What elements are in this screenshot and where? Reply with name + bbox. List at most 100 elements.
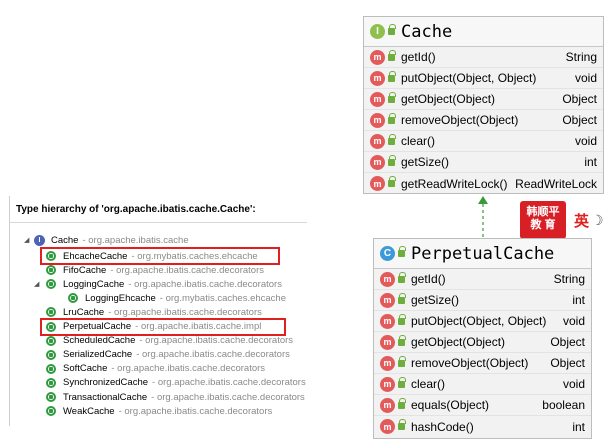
lock-icon <box>388 176 396 187</box>
method-icon: m <box>370 112 385 128</box>
method-row[interactable]: m getSize() int <box>364 152 603 173</box>
lock-icon <box>398 292 406 304</box>
tree-item-package: - org.apache.ibatis.cache.decorators <box>118 405 273 417</box>
method-icon: m <box>380 313 395 329</box>
method-return-type: Object <box>562 113 597 127</box>
tree-item[interactable]: LoggingEhcache - org.mybatis.caches.ehcac… <box>68 291 286 305</box>
lock-icon <box>388 154 396 166</box>
lock-icon <box>388 49 396 61</box>
tree-item[interactable]: SynchronizedCache - org.apache.ibatis.cac… <box>46 376 306 390</box>
method-row[interactable]: m clear() void <box>364 131 603 152</box>
tree-root[interactable]: ◢ I Cache - org.apache.ibatis.cache <box>24 233 189 247</box>
brand-logo: 韩顺平 教 育 英 ☽ <box>520 201 604 239</box>
method-row[interactable]: m removeObject(Object) Object <box>374 353 591 374</box>
method-icon: m <box>370 176 385 191</box>
method-row[interactable]: m hashCode() int <box>374 416 591 437</box>
method-name: clear() <box>401 134 436 148</box>
method-name: putObject(Object, Object) <box>401 71 537 85</box>
method-name: getObject(Object) <box>411 335 506 349</box>
lock-icon <box>388 133 396 145</box>
class-icon <box>46 265 56 276</box>
tree-item[interactable]: WeakCache - org.apache.ibatis.cache.decor… <box>46 404 272 418</box>
implements-arrow <box>478 196 488 240</box>
class-icon <box>46 349 56 360</box>
tree-item-name: SerializedCache <box>63 349 133 361</box>
method-return-type: Object <box>562 92 597 106</box>
interface-icon: I <box>34 234 45 246</box>
tree-item-package: - org.apache.ibatis.cache.decorators <box>111 363 266 375</box>
method-row[interactable]: m getId() String <box>364 47 603 68</box>
method-name: getObject(Object) <box>401 92 496 106</box>
method-name: getId() <box>401 50 436 64</box>
language-toggle[interactable]: 英 <box>574 210 589 231</box>
lock-icon <box>398 397 406 409</box>
method-name: putObject(Object, Object) <box>411 314 547 328</box>
method-return-type: int <box>572 293 585 307</box>
class-icon <box>46 335 56 346</box>
tree-item-name: FifoCache <box>63 264 107 276</box>
method-icon: m <box>380 334 395 350</box>
method-row[interactable]: m getId() String <box>374 269 591 290</box>
tree-item-package: - org.apache.ibatis.cache.decorators <box>152 377 306 389</box>
class-icon <box>46 279 56 290</box>
class-icon <box>46 377 56 388</box>
class-icon <box>46 307 56 318</box>
tree-item[interactable]: SoftCache - org.apache.ibatis.cache.decor… <box>46 362 265 376</box>
method-row[interactable]: m getObject(Object) Object <box>374 332 591 353</box>
method-icon: m <box>370 154 385 170</box>
method-name: getReadWriteLock() <box>401 176 508 191</box>
lock-icon <box>398 313 406 325</box>
class-icon <box>46 406 56 417</box>
lock-icon <box>388 70 396 82</box>
moon-icon[interactable]: ☽ <box>591 212 604 229</box>
lock-icon <box>388 91 396 103</box>
tree-item-package: - org.mybatis.caches.ehcache <box>159 292 286 304</box>
method-icon: m <box>380 292 395 308</box>
perpetualcache-title: PerpetualCache <box>411 243 555 264</box>
hierarchy-tree: ◢ I Cache - org.apache.ibatis.cache Ehca… <box>10 223 307 417</box>
method-return-type: String <box>565 50 597 64</box>
tree-item[interactable]: FifoCache - org.apache.ibatis.cache.decor… <box>46 263 264 277</box>
lock-icon <box>398 271 406 283</box>
method-icon: m <box>370 91 385 107</box>
method-row[interactable]: m getObject(Object) Object <box>364 89 603 110</box>
method-name: clear() <box>411 377 446 391</box>
tree-item[interactable]: SerializedCache - org.apache.ibatis.cache… <box>46 348 290 362</box>
expand-arrow-icon[interactable]: ◢ <box>34 280 44 288</box>
method-return-type: void <box>574 71 597 85</box>
method-return-type: void <box>562 314 585 328</box>
perpetualcache-uml-box: C PerpetualCache m getId() String m getSize(… <box>373 238 592 439</box>
method-return-type: Object <box>550 335 585 349</box>
tree-item[interactable]: ◢ LoggingCache - org.apache.ibatis.cache.d… <box>34 277 282 291</box>
method-icon: m <box>380 419 395 434</box>
tree-item-package: - org.apache.ibatis.cache.decorators <box>110 264 264 276</box>
method-icon: m <box>380 376 395 392</box>
interface-icon: I <box>370 24 385 39</box>
method-icon: m <box>370 133 385 149</box>
method-return-type: int <box>572 419 585 434</box>
method-return-type: String <box>553 272 585 286</box>
perpetualcache-header: C PerpetualCache <box>374 239 591 269</box>
method-return-type: void <box>574 134 597 148</box>
tree-root-name: Cache <box>51 234 79 246</box>
method-row[interactable]: m removeObject(Object) Object <box>364 110 603 131</box>
method-return-type: int <box>584 155 597 169</box>
method-row[interactable]: m clear() void <box>374 374 591 395</box>
tree-root-package: - org.apache.ibatis.cache <box>82 234 189 246</box>
tree-item[interactable]: ScheduledCache - org.apache.ibatis.cache.… <box>46 334 293 348</box>
cache-title: Cache <box>401 21 453 42</box>
method-row[interactable]: m getSize() int <box>374 290 591 311</box>
method-row[interactable]: m putObject(Object, Object) void <box>364 68 603 89</box>
lock-icon <box>398 246 406 257</box>
method-row[interactable]: m putObject(Object, Object) void <box>374 311 591 332</box>
method-icon: m <box>380 271 395 287</box>
method-row[interactable]: m getReadWriteLock() ReadWriteLock <box>364 173 603 194</box>
method-name: hashCode() <box>411 419 474 434</box>
method-icon: m <box>380 397 395 413</box>
tree-item-name: TransactionalCache <box>63 391 148 403</box>
tree-item[interactable]: TransactionalCache - org.apache.ibatis.ca… <box>46 390 305 404</box>
method-icon: m <box>380 355 395 371</box>
expand-arrow-icon[interactable]: ◢ <box>24 236 34 244</box>
method-return-type: boolean <box>542 398 585 412</box>
method-row[interactable]: m equals(Object) boolean <box>374 395 591 416</box>
